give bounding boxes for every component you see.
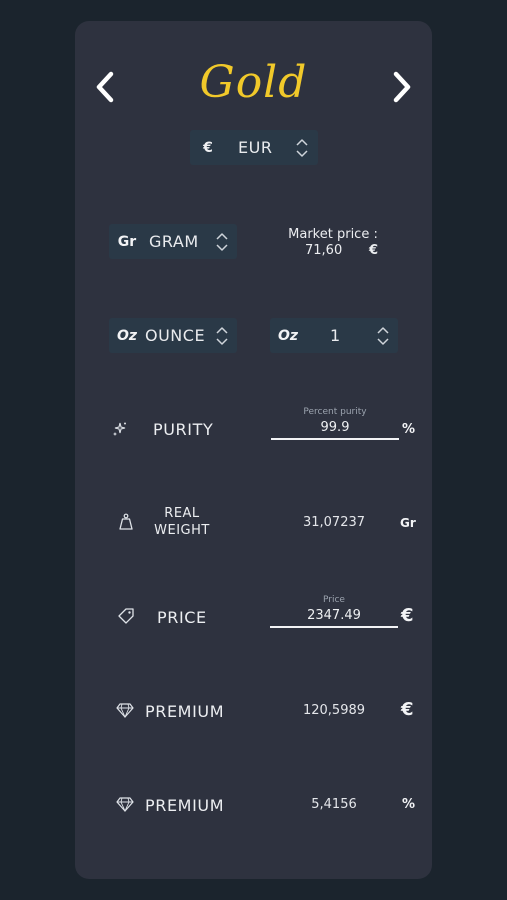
premium-eur-unit: € [401, 699, 414, 720]
premium-pct-value: 5,4156 [311, 797, 357, 812]
diamond-icon [116, 795, 134, 813]
price-unit-select[interactable]: Gr GRAM [109, 224, 237, 259]
price-caption: Price [323, 595, 345, 605]
ounce-icon: Oz [277, 327, 299, 344]
up-down-chevron-icon [296, 139, 308, 157]
purity-label: PURITY [153, 420, 214, 439]
diamond-icon [116, 701, 134, 719]
euro-icon: € [203, 139, 213, 156]
market-price-label: Market price : [288, 227, 378, 242]
page-title: Gold [199, 57, 308, 108]
price-tag-icon [117, 607, 135, 625]
purity-input[interactable] [271, 417, 399, 440]
real-weight-value: 31,07237 [302, 515, 366, 530]
currency-select[interactable]: € EUR [190, 130, 318, 165]
weight-icon [117, 513, 135, 531]
price-unit-value: GRAM [149, 232, 199, 251]
up-down-chevron-icon [216, 233, 228, 251]
purity-field: Percent purity [271, 407, 399, 440]
price-label: PRICE [157, 608, 207, 627]
quantity-select[interactable]: Oz 1 [270, 318, 398, 353]
real-weight-label-line1: REAL [164, 506, 200, 521]
market-price-value: 71,60 [305, 243, 343, 258]
quantity-value: 1 [330, 326, 341, 345]
premium-eur-label: PREMIUM [145, 702, 225, 721]
real-weight-label: REAL WEIGHT [151, 505, 213, 539]
price-unit: € [401, 605, 414, 626]
market-price-unit: € [369, 243, 379, 258]
sparkle-icon [111, 420, 129, 438]
currency-value: EUR [238, 138, 273, 157]
market-price: Market price : 71,60 € [285, 227, 381, 259]
converter-card: Gold € EUR Gr GRAM Market price : 71,60 … [75, 21, 432, 879]
weight-unit-value: OUNCE [145, 326, 206, 345]
ounce-icon: Oz [116, 327, 138, 344]
previous-metal-button[interactable] [92, 69, 118, 105]
price-input[interactable] [270, 605, 398, 628]
next-metal-button[interactable] [389, 69, 415, 105]
chevron-right-icon [393, 71, 411, 103]
premium-pct-unit: % [402, 797, 416, 812]
purity-unit: % [402, 422, 416, 437]
premium-pct-label: PREMIUM [145, 796, 225, 815]
purity-caption: Percent purity [303, 407, 367, 417]
up-down-chevron-icon [216, 327, 228, 345]
weight-unit-select[interactable]: Oz OUNCE [109, 318, 237, 353]
up-down-chevron-icon [377, 327, 389, 345]
real-weight-unit: Gr [400, 516, 416, 530]
gram-icon: Gr [117, 233, 137, 250]
chevron-left-icon [96, 71, 114, 103]
price-field: Price [270, 595, 398, 628]
real-weight-label-line2: WEIGHT [154, 523, 210, 538]
premium-eur-value: 120,5989 [302, 703, 366, 718]
